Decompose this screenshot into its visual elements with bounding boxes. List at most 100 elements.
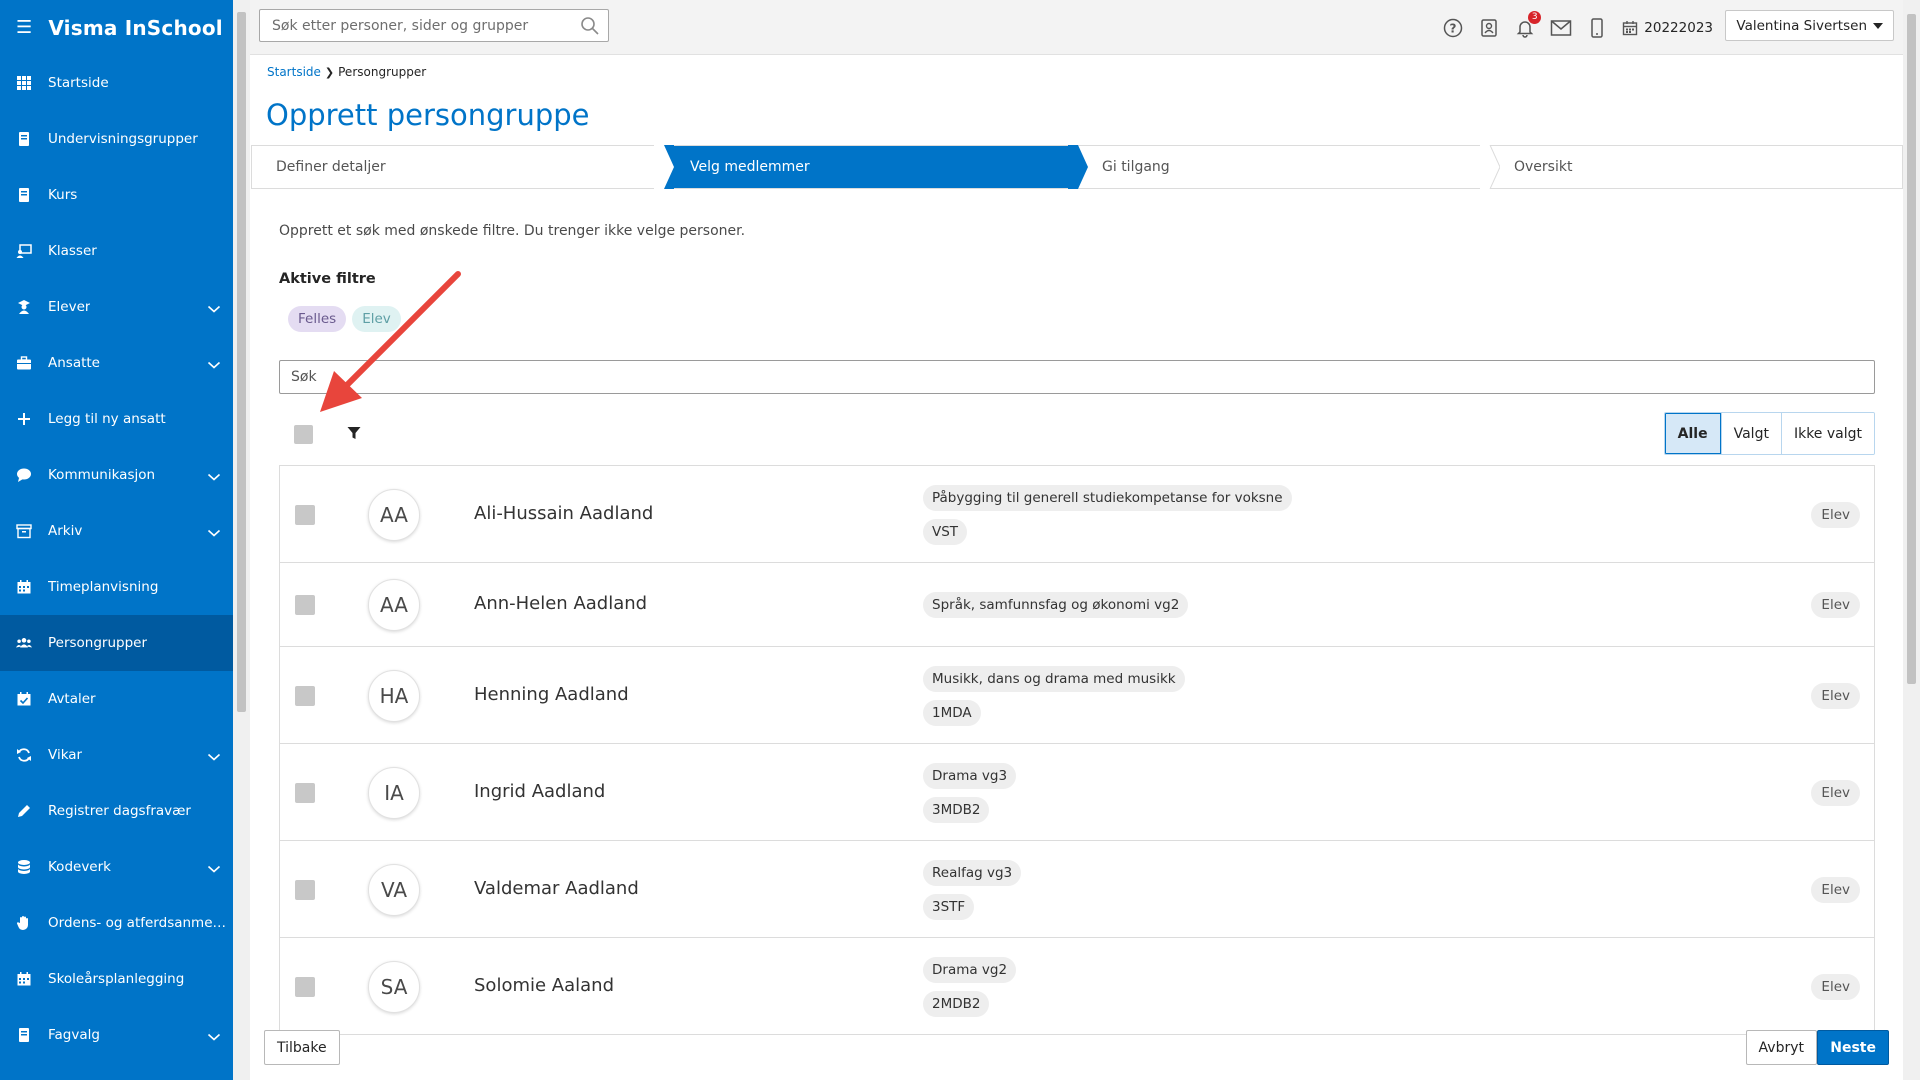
- calendar-check-icon: [16, 691, 32, 707]
- refresh-icon: [16, 747, 32, 763]
- sidebar-item-registrer-dagsfravær[interactable]: Registrer dagsfravær: [0, 783, 233, 839]
- sidebar-scrollbar[interactable]: [233, 0, 250, 1080]
- avatar: AA: [368, 488, 420, 541]
- main-content: Startside ❯ Persongrupper Opprett person…: [250, 55, 1903, 1080]
- row-checkbox[interactable]: [295, 782, 315, 803]
- pencil-icon: [16, 803, 32, 819]
- breadcrumb: Startside ❯ Persongrupper: [267, 65, 426, 79]
- step-label: Definer detaljer: [276, 159, 386, 175]
- person-name: Ann-Helen Aadland: [474, 593, 648, 614]
- sidebar-item-label: Kommunikasjon: [48, 467, 156, 483]
- chevron-down-icon: [207, 302, 221, 313]
- next-button[interactable]: Neste: [1817, 1030, 1889, 1065]
- step-4[interactable]: Oversikt: [1490, 146, 1902, 188]
- step-3[interactable]: Gi tilgang: [1078, 145, 1500, 189]
- row-checkbox[interactable]: [295, 595, 315, 615]
- person-name: Ali-Hussain Aadland: [474, 502, 654, 524]
- group-tag: 1MDA: [923, 699, 981, 726]
- segment-ikke-valgt[interactable]: Ikke valgt: [1780, 413, 1874, 454]
- role-badge: Elev: [1811, 779, 1860, 806]
- sidebar-nav: Startside Undervisningsgrupper Kurs Klasser…: [0, 55, 233, 1063]
- sidebar-item-label: Kurs: [48, 187, 78, 203]
- step-label: Oversikt: [1514, 159, 1573, 175]
- help-icon[interactable]: ?: [1442, 17, 1464, 39]
- global-search-input[interactable]: Søk etter personer, sider og grupper: [259, 9, 609, 42]
- calendar-icon: [16, 579, 32, 595]
- mobile-icon[interactable]: [1586, 17, 1608, 39]
- filter-chip-elev[interactable]: Elev: [352, 306, 401, 332]
- avatar: VA: [368, 863, 420, 916]
- group-tag: 3MDB2: [923, 796, 990, 823]
- row-checkbox[interactable]: [295, 879, 315, 900]
- table-row[interactable]: SA Solomie Aaland Drama vg2 2MDB2 Elev: [279, 938, 1875, 1035]
- school-year-selector[interactable]: 20222023: [1622, 20, 1713, 36]
- sidebar-item-kurs[interactable]: Kurs: [0, 167, 233, 223]
- sidebar-item-label: Registrer dagsfravær: [48, 803, 191, 819]
- hamburger-menu-icon[interactable]: ☰: [16, 17, 32, 38]
- step-2[interactable]: Velg medlemmer: [664, 145, 1088, 189]
- search-icon[interactable]: [580, 16, 600, 36]
- chevron-down-icon: [207, 526, 221, 537]
- table-row[interactable]: HA Henning Aadland Musikk, dans og drama m…: [279, 647, 1875, 744]
- sidebar-item-fagvalg[interactable]: Fagvalg: [0, 1007, 233, 1063]
- breadcrumb-home-link[interactable]: Startside: [267, 65, 321, 79]
- group-tag: Drama vg3: [923, 762, 1017, 789]
- active-filters: Felles Elev: [288, 306, 401, 332]
- sidebar-item-legg-til-ny-ansatt[interactable]: Legg til ny ansatt: [0, 391, 233, 447]
- segment-alle[interactable]: Alle: [1664, 413, 1721, 454]
- sidebar-item-kommunikasjon[interactable]: Kommunikasjon: [0, 447, 233, 503]
- sidebar-item-label: Arkiv: [48, 523, 83, 539]
- member-search-input[interactable]: Søk: [279, 360, 1875, 394]
- sidebar-item-kodeverk[interactable]: Kodeverk: [0, 839, 233, 895]
- sidebar-item-ordens-og-atferdsanmerk[interactable]: Ordens- og atferdsanmerk...: [0, 895, 233, 951]
- notification-bell-icon[interactable]: 3: [1514, 10, 1542, 39]
- calendar-icon: [16, 971, 32, 987]
- sidebar-item-skoleårsplanlegging[interactable]: Skoleårsplanlegging: [0, 951, 233, 1007]
- sidebar-item-label: Avtaler: [48, 691, 96, 707]
- filter-chip-felles[interactable]: Felles: [288, 306, 347, 332]
- sidebar-item-ansatte[interactable]: Ansatte: [0, 335, 233, 391]
- step-1[interactable]: Definer detaljer: [252, 145, 674, 189]
- teacher-icon: [16, 243, 32, 259]
- breadcrumb-current: Persongrupper: [338, 65, 427, 79]
- cancel-button[interactable]: Avbryt: [1745, 1030, 1817, 1065]
- mail-icon[interactable]: [1550, 17, 1572, 39]
- row-checkbox[interactable]: [295, 685, 315, 706]
- sidebar-item-elever[interactable]: Elever: [0, 279, 233, 335]
- caret-down-icon: [1873, 22, 1883, 29]
- sidebar-item-undervisningsgrupper[interactable]: Undervisningsgrupper: [0, 111, 233, 167]
- row-checkbox[interactable]: [295, 976, 315, 997]
- user-menu-button[interactable]: Valentina Sivertsen: [1725, 10, 1894, 41]
- segment-valgt[interactable]: Valgt: [1720, 413, 1781, 454]
- select-all-checkbox[interactable]: [294, 425, 313, 444]
- sidebar-item-arkiv[interactable]: Arkiv: [0, 503, 233, 559]
- table-row[interactable]: AA Ann-Helen Aadland Språk, samfunnsfag og…: [279, 563, 1875, 647]
- sidebar-item-vikar[interactable]: Vikar: [0, 727, 233, 783]
- step-arrow-icon: [654, 145, 674, 189]
- sidebar-item-avtaler[interactable]: Avtaler: [0, 671, 233, 727]
- table-row[interactable]: IA Ingrid Aadland Drama vg3 3MDB2 Elev: [279, 744, 1875, 841]
- group-tag: Musikk, dans og drama med musikk: [923, 665, 1185, 692]
- sidebar-item-persongrupper[interactable]: Persongrupper: [0, 615, 233, 671]
- group-tag: Påbygging til generell studiekompetanse …: [923, 484, 1292, 511]
- back-button[interactable]: Tilbake: [264, 1030, 340, 1065]
- sidebar-item-klasser[interactable]: Klasser: [0, 223, 233, 279]
- group-tag: Drama vg2: [923, 956, 1017, 983]
- intro-text: Opprett et søk med ønskede filtre. Du tr…: [279, 223, 746, 239]
- sidebar-item-startside[interactable]: Startside: [0, 55, 233, 111]
- brand-name: Visma InSchool: [48, 15, 223, 40]
- scrollbar-thumb[interactable]: [1907, 14, 1916, 684]
- row-checkbox[interactable]: [295, 504, 315, 525]
- page-scrollbar[interactable]: [1903, 0, 1920, 1080]
- book-icon: [16, 187, 32, 203]
- contact-card-icon[interactable]: [1478, 17, 1500, 39]
- breadcrumb-separator-icon: ❯: [324, 65, 335, 79]
- sidebar-item-timeplanvisning[interactable]: Timeplanvisning: [0, 559, 233, 615]
- sidebar-item-label: Startside: [48, 75, 109, 91]
- scrollbar-thumb[interactable]: [237, 12, 246, 712]
- group-tags: Påbygging til generell studiekompetanse …: [923, 484, 1292, 545]
- briefcase-icon: [16, 355, 32, 371]
- table-row[interactable]: AA Ali-Hussain Aadland Påbygging til gener…: [279, 466, 1875, 563]
- filter-icon[interactable]: [347, 426, 361, 440]
- table-row[interactable]: VA Valdemar Aadland Realfag vg3 3STF Elev: [279, 841, 1875, 938]
